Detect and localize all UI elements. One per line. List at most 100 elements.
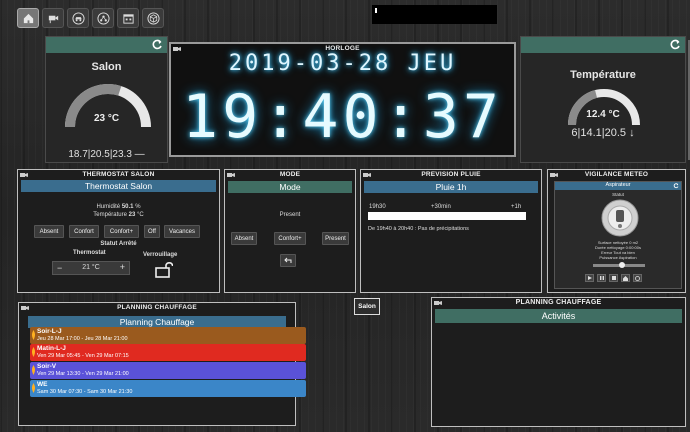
rain-time-start: 19h30	[369, 204, 386, 210]
mode-header: Mode	[228, 181, 352, 193]
vacuum-controls	[585, 274, 642, 282]
temperature-value: 23	[128, 212, 136, 218]
rain-time-end: +1h	[511, 204, 522, 210]
activities-title: PLANNING CHAUFFAGE	[515, 299, 602, 306]
nav-camera-button[interactable]	[42, 8, 64, 28]
status-row: Statut Arrêté	[18, 241, 219, 247]
vacuum-spot-button[interactable]	[633, 274, 642, 282]
thermostat-title: THERMOSTAT SALON	[82, 171, 155, 178]
home-icon	[23, 13, 33, 23]
network-icon	[96, 11, 110, 25]
suction-slider-handle[interactable]	[619, 262, 625, 268]
vigilance-title: VIGILANCE METEO	[584, 171, 649, 178]
confort-plus-button[interactable]: Confort+	[104, 225, 139, 238]
mode-present-button[interactable]: Present	[322, 232, 349, 245]
target-icon	[635, 275, 640, 281]
mode-panel: MODE Mode Present Absent Confort+ Presen…	[224, 169, 356, 293]
vacuum-stop-button[interactable]	[609, 274, 618, 282]
vacuum-play-button[interactable]	[585, 274, 594, 282]
top-marker	[375, 8, 377, 13]
planning-entry[interactable]: Matin-L-J Ven 29 Mar 05:45 - Ven 29 Mar 0…	[30, 344, 306, 361]
humidity-label: Humidité	[96, 204, 121, 210]
salon-temperature-value: 23 °C	[93, 113, 120, 124]
calendar-icon	[122, 13, 134, 24]
thermostat-label: Thermostat	[73, 250, 106, 256]
increase-button[interactable]: +	[120, 262, 125, 272]
absent-button[interactable]: Absent	[34, 225, 64, 238]
nav-home-button[interactable]	[17, 8, 39, 28]
temperature-stats: 6|14.1|20.5 ↓	[571, 127, 635, 139]
nav-car-button[interactable]	[67, 8, 89, 28]
nav-network-button[interactable]	[92, 8, 114, 28]
temperature-label: Température	[93, 212, 127, 218]
rain-bar	[368, 212, 526, 220]
temperature-row: Température 23 °C	[18, 212, 219, 218]
mode-absent-button[interactable]: Absent	[231, 232, 257, 245]
status-value: Arrêté	[118, 241, 137, 247]
vacuum-header-bar: Aspirateur	[555, 182, 681, 190]
humidity-row: Humidité 50.1 %	[18, 204, 219, 210]
refresh-icon[interactable]	[151, 39, 163, 51]
lock-label: Verrouillage	[143, 252, 178, 258]
planning-entry[interactable]: Soir-V Ven 29 Mar 13:30 - Ven 29 Mar 21:0…	[30, 362, 306, 379]
vacuum-status-label: Statut	[612, 192, 624, 197]
confort-button[interactable]: Confort	[69, 225, 99, 238]
mode-confort-plus-button[interactable]: Confort+	[274, 232, 306, 245]
thermostat-header: Thermostat Salon	[21, 180, 216, 192]
temperature-value: 12.4 °C	[586, 109, 620, 120]
refresh-icon[interactable]	[669, 39, 681, 51]
temperature-title: Température	[570, 69, 636, 81]
suction-slider[interactable]	[593, 262, 645, 268]
planning-entry-name: Soir-V	[37, 363, 57, 370]
vacuum-details: Surface nettoyée 0 m2 Durée nettoyage 0:…	[555, 240, 681, 260]
temperature-gauge	[568, 89, 640, 126]
vacuum-widget: Aspirateur Statut Surface nettoyée 0 m2 …	[554, 181, 682, 289]
mode-back-button[interactable]	[280, 254, 296, 267]
top-black-bar	[372, 5, 497, 24]
rain-forecast-panel: PREVISION PLUIE Pluie 1h 19h30 +30min +1…	[360, 169, 542, 293]
planning-entry[interactable]: Soir-L-J Jeu 28 Mar 17:00 - Jeu 28 Mar 21…	[30, 327, 306, 344]
mode-title: MODE	[279, 171, 301, 178]
refresh-icon[interactable]	[673, 183, 679, 189]
top-nav	[17, 8, 164, 28]
temperature-header-bar	[521, 37, 685, 53]
vacuum-power: Puissance Aspiration	[599, 255, 637, 260]
pause-icon	[599, 276, 604, 280]
clock-panel: HORLOGE 2019-03-28 JEU 19:40:37	[169, 42, 516, 157]
vacuum-home-button[interactable]	[621, 274, 630, 282]
clock-time: 19:40:37	[182, 82, 503, 152]
vigilance-panel: VIGILANCE METEO Aspirateur Statut Surfac…	[547, 169, 686, 293]
planning-entry-dates: Sam 30 Mar 07:30 - Sam 30 Mar 21:30	[37, 389, 133, 395]
flame-icon	[31, 365, 36, 375]
rain-title: PREVISION PLUIE	[421, 171, 481, 178]
back-arrow-icon	[284, 257, 292, 263]
planning-panel: PLANNING CHAUFFAGE Planning Chauffage So…	[18, 302, 306, 426]
salon-panel: Salon 23 °C 18.7|20.5|23.3 —	[45, 36, 168, 163]
dock-icon	[623, 275, 628, 281]
stop-icon	[611, 276, 616, 280]
flame-icon	[31, 347, 36, 357]
temperature-unit: °C	[136, 212, 144, 218]
nav-calendar-button[interactable]	[117, 8, 139, 28]
planning-entry-dates: Ven 29 Mar 13:30 - Ven 29 Mar 21:00	[37, 371, 129, 377]
salon-header-bar	[46, 37, 167, 53]
cube-icon	[146, 11, 160, 25]
decrease-button[interactable]: −	[57, 263, 62, 273]
rain-time-mid: +30min	[431, 204, 451, 210]
temperature-panel: Température 12.4 °C 6|14.1|20.5 ↓	[520, 36, 686, 163]
flame-icon	[31, 330, 36, 340]
vacuum-pause-button[interactable]	[597, 274, 606, 282]
nav-cube-button[interactable]	[142, 8, 164, 28]
setpoint-stepper: − 21 °C +	[52, 261, 130, 275]
off-button[interactable]: Off	[144, 225, 160, 238]
unlock-icon[interactable]	[155, 261, 173, 278]
vacances-button[interactable]: Vacances	[164, 225, 200, 238]
planning-entry-dates: Jeu 28 Mar 17:00 - Jeu 28 Mar 21:00	[37, 336, 128, 342]
current-mode: Present	[279, 212, 301, 218]
clock-date: 2019-03-28 JEU	[228, 51, 457, 76]
planning-entry[interactable]: WE Sam 30 Mar 07:30 - Sam 30 Mar 21:30	[30, 380, 306, 397]
status-label: Statut	[100, 241, 118, 247]
salon-button[interactable]: Salon	[354, 298, 380, 315]
planning-title: PLANNING CHAUFFAGE	[117, 304, 197, 311]
robot-vacuum-icon	[601, 199, 639, 237]
